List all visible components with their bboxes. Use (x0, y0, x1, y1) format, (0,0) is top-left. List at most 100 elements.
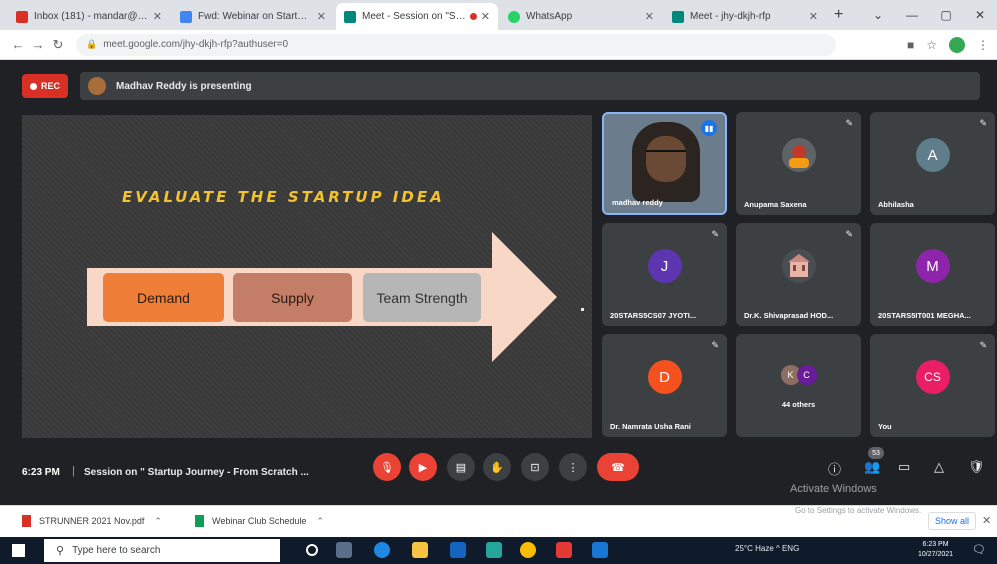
record-dot-icon (29, 82, 37, 90)
tab-search-icon[interactable]: ⌄ (861, 8, 895, 22)
slide-box-team-strength: Team Strength (363, 273, 481, 322)
download-file-name: STRUNNER 2021 Nov.pdf (39, 516, 145, 526)
meeting-details-icon[interactable]: ⓘ (828, 459, 841, 478)
back-arrow-icon[interactable]: ← (8, 37, 28, 52)
activities-icon[interactable]: △ (934, 459, 944, 475)
host-controls-icon[interactable]: 🛡 (968, 459, 985, 475)
presenting-bar: REC Madhav Reddy is presenting (0, 60, 997, 112)
participant-name: madhav reddy (612, 198, 663, 207)
presenter-banner: Madhav Reddy is presenting (80, 72, 980, 100)
tab-whatsapp[interactable]: WhatsApp ✕ (500, 3, 662, 30)
others-tile[interactable]: K C 44 others (736, 334, 861, 437)
participant-tile[interactable]: ✎ J 20STARS5CS07 JYOTI... (602, 223, 727, 326)
close-window-button[interactable]: ✕ (963, 8, 997, 22)
camera-permission-icon[interactable]: ■ (907, 38, 914, 52)
cortana-icon[interactable] (306, 544, 318, 556)
notification-icon[interactable]: 🗨 (972, 543, 986, 556)
present-button[interactable]: ⊡ (521, 453, 549, 481)
meet-app: REC Madhav Reddy is presenting EVALUATE … (0, 60, 997, 505)
window-controls: ⌄ — ▢ ✕ (861, 0, 997, 30)
tab-email-fwd[interactable]: Fwd: Webinar on Startup Journey ✕ (172, 3, 334, 30)
browser-toolbar: ← → ↻ 🔒 meet.google.com/jhy-dkjh-rfp?aut… (0, 30, 997, 60)
new-tab-button[interactable]: + (834, 6, 843, 24)
system-tray[interactable]: 25°C Haze ^ ENG (735, 544, 799, 553)
mic-off-icon: ✎ (711, 229, 719, 239)
tab-meet-2[interactable]: Meet - jhy-dkjh-rfp ✕ (664, 3, 826, 30)
participant-tile[interactable]: M 20STARS5IT001 MEGHA... (870, 223, 995, 326)
chrome-icon[interactable] (520, 542, 536, 558)
meeting-controls: 6:23 PM | Session on " Startup Journey -… (0, 445, 997, 505)
close-tab-icon[interactable]: ✕ (317, 10, 326, 23)
participant-tile[interactable]: ✎ A Abhilasha (870, 112, 995, 215)
chevron-up-icon[interactable]: ⌃ (316, 516, 324, 527)
windows-start-icon[interactable] (12, 544, 25, 557)
participant-tile[interactable]: ✎ D Dr. Namrata Usha Rani (602, 334, 727, 437)
store-icon[interactable] (486, 542, 502, 558)
chevron-up-icon[interactable]: ⌃ (154, 516, 162, 527)
taskbar-clock[interactable]: 6:23 PM 10/27/2021 (918, 540, 953, 560)
participant-tile[interactable]: ✎ Dr.K. Shivaprasad HOD... (736, 223, 861, 326)
whatsapp-icon (508, 10, 520, 23)
edge-icon[interactable] (374, 542, 390, 558)
profile-avatar[interactable] (949, 36, 965, 53)
screen: Inbox (181) - mandar@gmail.com ✕ Fwd: We… (0, 0, 997, 564)
minimize-button[interactable]: — (895, 8, 929, 22)
more-options-button[interactable]: ⋮ (559, 453, 587, 481)
self-tile[interactable]: ✎ CS You (870, 334, 995, 437)
windows-taskbar: ⚲ Type here to search 25°C Haze ^ ENG 6:… (0, 537, 997, 564)
recording-indicator-icon (469, 13, 477, 20)
participant-name: Anupama Saxena (744, 200, 807, 209)
close-tab-icon[interactable]: ✕ (809, 10, 818, 23)
meeting-time: 6:23 PM (22, 467, 60, 478)
camera-off-button[interactable]: ▶ (409, 453, 437, 481)
close-download-bar-icon[interactable]: ✕ (982, 514, 991, 527)
search-placeholder: Type here to search (72, 545, 161, 556)
app-icon[interactable] (556, 542, 572, 558)
file-explorer-icon[interactable] (412, 542, 428, 558)
leave-call-button[interactable]: ☎ (597, 453, 639, 481)
tab-meet-session[interactable]: Meet - Session on "Startup ✕ (336, 3, 498, 30)
show-all-button[interactable]: Show all (928, 512, 977, 530)
mail-app-icon[interactable] (450, 542, 466, 558)
reload-icon[interactable]: ↻ (48, 37, 68, 53)
slide-box-supply: Supply (233, 273, 352, 322)
participant-photo (781, 138, 816, 173)
taskbar-search[interactable]: ⚲ Type here to search (44, 539, 280, 562)
meeting-title: Session on " Startup Journey - From Scra… (84, 467, 309, 478)
participant-count-badge: 53 (868, 447, 884, 459)
download-item[interactable]: Webinar Club Schedule ⌃ (195, 515, 324, 527)
people-icon[interactable]: 👥 (864, 459, 880, 475)
participant-tile[interactable]: ✎ Anupama Saxena (736, 112, 861, 215)
close-tab-icon[interactable]: ✕ (645, 10, 654, 23)
word-icon[interactable] (592, 542, 608, 558)
face (646, 136, 686, 182)
forward-arrow-icon[interactable]: → (28, 37, 48, 52)
tab-title: WhatsApp (526, 11, 573, 22)
close-tab-icon[interactable]: ✕ (481, 10, 490, 23)
download-item[interactable]: STRUNNER 2021 Nov.pdf ⌃ (22, 515, 162, 527)
raise-hand-button[interactable]: ✋ (483, 453, 511, 481)
download-file-name: Webinar Club Schedule (212, 516, 307, 526)
browser-tab-strip: Inbox (181) - mandar@gmail.com ✕ Fwd: We… (0, 0, 997, 30)
maximize-button[interactable]: ▢ (929, 8, 963, 22)
search-icon: ⚲ (56, 545, 65, 557)
menu-kebab-icon[interactable]: ⋮ (977, 38, 989, 52)
mic-off-icon: ✎ (979, 340, 987, 350)
tab-gmail[interactable]: Inbox (181) - mandar@gmail.com ✕ (8, 3, 170, 30)
task-view-icon[interactable] (336, 542, 352, 558)
address-bar[interactable]: 🔒 meet.google.com/jhy-dkjh-rfp?authuser=… (76, 33, 836, 56)
bookmark-star-icon[interactable]: ☆ (926, 38, 937, 52)
participant-tile-video[interactable]: ▮▮ madhav reddy (602, 112, 727, 215)
participant-photo (781, 249, 816, 284)
sheet-file-icon (195, 515, 204, 527)
slide-title: EVALUATE THE STARTUP IDEA (122, 188, 445, 206)
mic-off-button[interactable]: 🎙 (373, 453, 401, 481)
participant-name: Dr.K. Shivaprasad HOD... (744, 311, 834, 320)
close-tab-icon[interactable]: ✕ (153, 10, 162, 23)
rec-label: REC (40, 81, 60, 91)
participant-name: Dr. Namrata Usha Rani (610, 422, 691, 431)
captions-button[interactable]: ▤ (447, 453, 475, 481)
others-avatars: K C (780, 365, 817, 386)
chat-icon[interactable]: ▭ (898, 459, 910, 475)
tab-title: Meet - Session on "Startup (362, 11, 466, 22)
